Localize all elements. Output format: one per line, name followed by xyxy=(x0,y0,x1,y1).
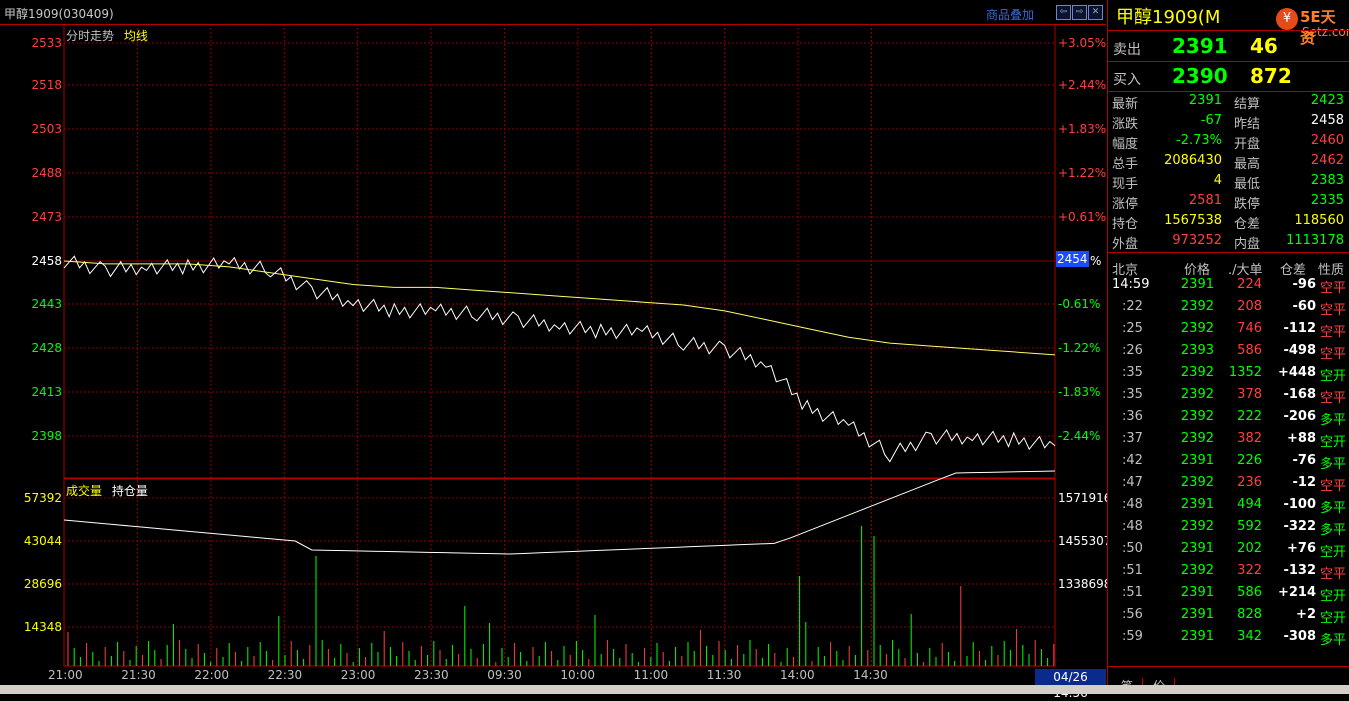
volume-tick-label: 14348 xyxy=(23,620,62,634)
time-tick-label: 21:30 xyxy=(121,668,156,682)
quote-field-row: 持仓 1567538 仓差 118560 xyxy=(1112,213,1344,232)
legend-average: 均线 xyxy=(123,29,148,43)
quote-field-row: 最新 2391 结算 2423 xyxy=(1112,93,1344,112)
pct-tick-label: % xyxy=(1090,254,1102,268)
forward-button[interactable]: ⇨ xyxy=(1072,5,1087,20)
volume-plot-frame xyxy=(63,478,1056,667)
tick-row: :22 2392 208 -60 空平 xyxy=(1122,299,1347,318)
contract-title: 甲醇1909(030409) xyxy=(4,7,114,21)
price-tick-label: 2398 xyxy=(31,429,62,443)
tick-row: :47 2392 236 -12 空平 xyxy=(1122,475,1347,494)
pct-tick-label: -1.22% xyxy=(1058,341,1101,355)
time-tick-label: 21:00 xyxy=(48,668,83,682)
quote-title: 甲醇1909(M xyxy=(1116,7,1221,28)
ticks-header: 北京 价格 ./大单 仓差 性质 xyxy=(1112,263,1345,278)
pct-tick-label: +1.83% xyxy=(1058,122,1107,136)
quote-field-row: 幅度 -2.73% 开盘 2460 xyxy=(1112,133,1344,152)
pct-tick-label: +0.61% xyxy=(1058,210,1107,224)
pct-tick-label: +3.05% xyxy=(1058,36,1107,50)
time-tick-label: 22:00 xyxy=(194,668,229,682)
tick-row: :48 2391 494 -100 多平 xyxy=(1122,497,1347,516)
tick-row: :35 2392 1352 +448 空开 xyxy=(1122,365,1347,384)
time-tick-label: 11:00 xyxy=(633,668,669,682)
close-chart-button[interactable]: ✕ xyxy=(1088,5,1103,20)
oi-tick-label: 1338698 xyxy=(1058,577,1112,591)
time-tick-label: 11:30 xyxy=(706,668,742,682)
intraday-price-line xyxy=(63,255,1056,463)
pct-tick-label: -1.83% xyxy=(1058,385,1101,399)
time-tick-label: 14:30 xyxy=(853,668,888,682)
pct-tick-label: -2.44% xyxy=(1058,429,1101,443)
volume-tick-label: 28696 xyxy=(23,577,62,591)
oi-tick-label: 1571916 xyxy=(1058,491,1112,505)
price-tick-label: 2503 xyxy=(31,122,62,136)
tick-row: :42 2391 226 -76 多平 xyxy=(1122,453,1347,472)
tick-row: :51 2392 322 -132 空平 xyxy=(1122,563,1347,582)
tick-row: :37 2392 382 +88 空开 xyxy=(1122,431,1347,450)
quote-field-row: 涨跌 -67 昨结 2458 xyxy=(1112,113,1344,132)
volume-legend: 成交量 持仓量 xyxy=(66,482,148,499)
tick-row: :26 2393 586 -498 空平 xyxy=(1122,343,1347,362)
open-interest-line xyxy=(63,470,1056,555)
quote-field-row: 外盘 973252 内盘 1113178 xyxy=(1112,233,1344,252)
price-tick-label: 2488 xyxy=(31,166,62,180)
volume-tick-label: 43044 xyxy=(23,534,62,548)
taskbar xyxy=(0,685,1349,694)
bid-row: 买入 2390 872 xyxy=(1108,61,1349,92)
legend-open-interest: 持仓量 xyxy=(111,484,148,498)
tick-row: :56 2391 828 +2 空开 xyxy=(1122,607,1347,626)
quote-field-row: 总手 2086430 最高 2462 xyxy=(1112,153,1344,172)
time-tick-label: 09:30 xyxy=(487,668,522,682)
pct-tick-label: +1.22% xyxy=(1058,166,1107,180)
pct-tick-label: -0.61% xyxy=(1058,297,1101,311)
tick-row: :36 2392 222 -206 多平 xyxy=(1122,409,1347,428)
tick-row: 14:59 2391 224 -96 空平 xyxy=(1112,277,1347,296)
legend-intraday: 分时走势 xyxy=(66,29,115,43)
price-legend: 分时走势 均线 xyxy=(66,27,148,44)
quote-panel: 甲醇1909(M ¥ 5E天资 Setz.com 卖出 2391 46 买入 2… xyxy=(1107,0,1349,694)
ask-row: 卖出 2391 46 xyxy=(1108,31,1349,62)
quote-field-row: 现手 4 最低 2383 xyxy=(1112,173,1344,192)
tick-row: :50 2391 202 +76 空开 xyxy=(1122,541,1347,560)
price-tick-label: 2473 xyxy=(31,210,62,224)
price-tick-label: 2458 xyxy=(31,254,62,268)
tick-row: :35 2392 378 -168 空平 xyxy=(1122,387,1347,406)
price-tick-label: 2413 xyxy=(31,385,62,399)
price-plot-frame xyxy=(63,24,1056,479)
current-price-tag: 2454 xyxy=(1056,251,1089,267)
overlay-commodity-button[interactable]: 商品叠加 xyxy=(986,6,1034,23)
time-tick-label: 23:30 xyxy=(414,668,449,682)
legend-volume: 成交量 xyxy=(66,484,103,498)
time-tick-label: 23:00 xyxy=(340,668,376,682)
intraday-chart[interactable] xyxy=(0,24,1106,685)
price-tick-label: 2518 xyxy=(31,78,62,92)
volume-tick-label: 57392 xyxy=(23,491,62,505)
pct-tick-label: +2.44% xyxy=(1058,78,1107,92)
price-tick-label: 2428 xyxy=(31,341,62,355)
coin-icon: ¥ xyxy=(1276,8,1298,30)
back-button[interactable]: ⇦ xyxy=(1056,5,1071,20)
tick-row: :48 2392 592 -322 多平 xyxy=(1122,519,1347,538)
time-tick-label: 10:00 xyxy=(560,668,595,682)
chart-title-bar: 甲醇1909(030409) 商品叠加 ⇦ ⇨ ✕ xyxy=(0,0,1106,25)
time-tick-label: 14:00 xyxy=(780,668,815,682)
average-price-line xyxy=(63,260,1056,356)
time-tick-label: 22:30 xyxy=(267,668,303,682)
price-tick-label: 2533 xyxy=(31,36,62,50)
price-tick-label: 2443 xyxy=(31,297,62,311)
tick-row: :25 2392 746 -112 空平 xyxy=(1122,321,1347,340)
timestamp-badge: 04/26 14:56 xyxy=(1035,669,1106,700)
tick-row: :51 2391 586 +214 空开 xyxy=(1122,585,1347,604)
oi-tick-label: 1455307 xyxy=(1058,534,1112,548)
quote-field-row: 涨停 2581 跌停 2335 xyxy=(1112,193,1344,212)
tick-row: :59 2391 342 -308 多平 xyxy=(1122,629,1347,648)
